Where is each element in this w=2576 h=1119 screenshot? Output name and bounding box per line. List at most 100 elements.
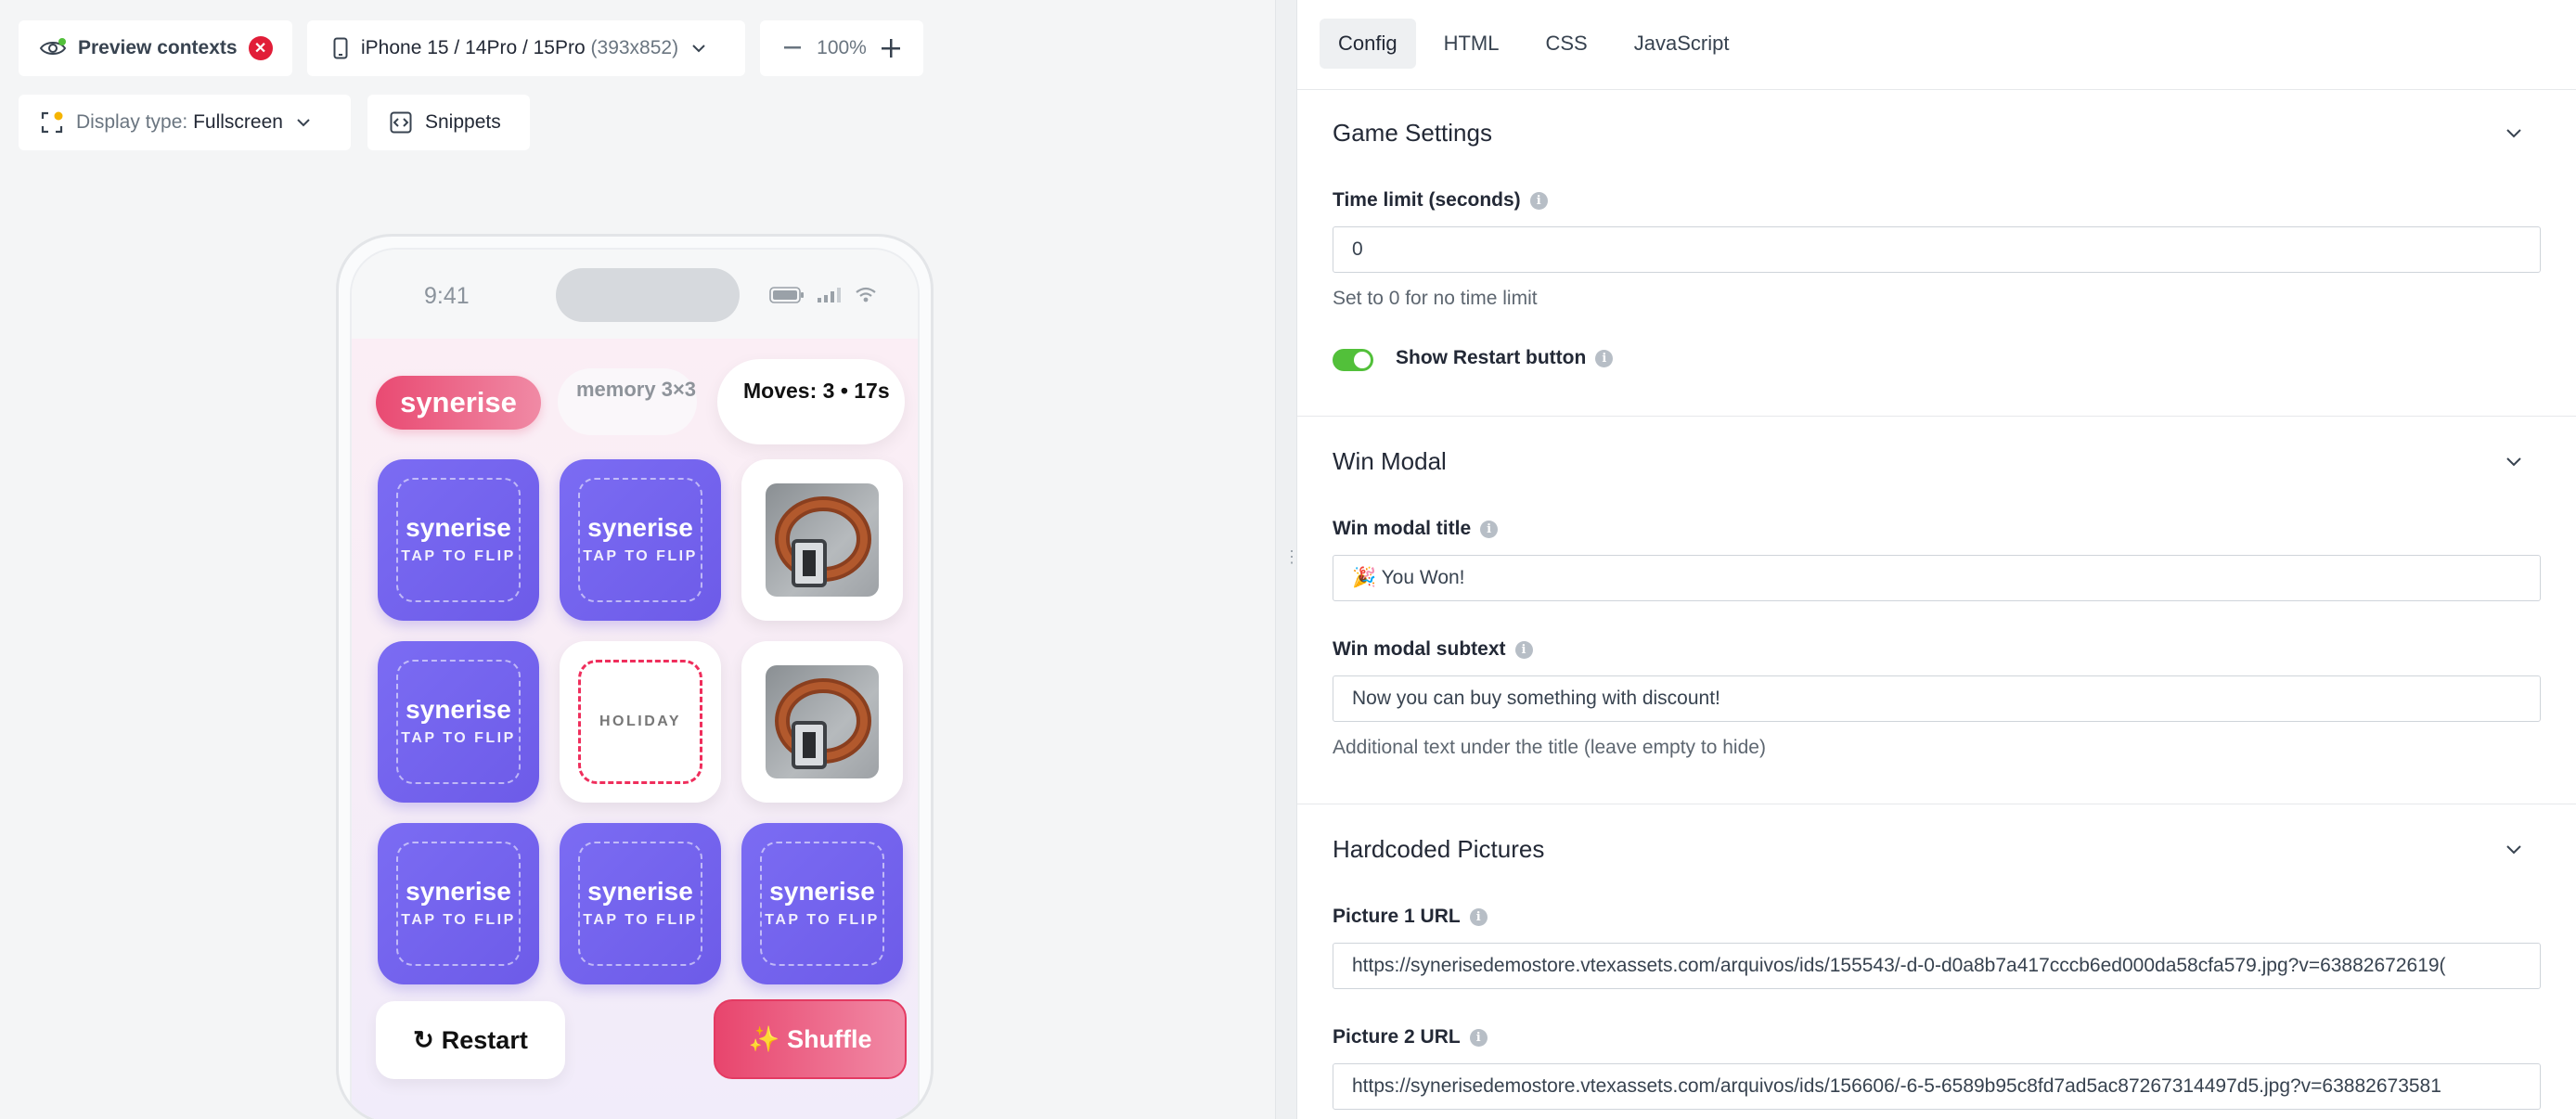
- display-type-label: Display type:: [76, 111, 188, 133]
- card-back-subtitle: TAP TO FLIP: [401, 730, 516, 746]
- section-divider: [1297, 416, 2576, 417]
- section-title-win-modal[interactable]: Win Modal: [1333, 447, 1447, 476]
- picture2-label: Picture 2 URL: [1333, 1026, 1461, 1048]
- card-back[interactable]: synerise TAP TO FLIP: [741, 823, 903, 984]
- section-title-game-settings[interactable]: Game Settings: [1333, 119, 1492, 148]
- shuffle-label: Shuffle: [787, 1024, 872, 1053]
- restart-button[interactable]: ↻ Restart: [376, 1001, 565, 1079]
- tabs-divider: [1297, 89, 2576, 90]
- card-face-belt[interactable]: [741, 459, 903, 621]
- moves-counter: Moves: 3 • 17s: [717, 359, 905, 444]
- device-selector[interactable]: iPhone 15 / 14Pro / 15Pro (393x852): [307, 20, 745, 76]
- panel-resize-handle[interactable]: ⋮: [1275, 0, 1300, 1119]
- win-modal-title-input[interactable]: 🎉 You Won!: [1333, 555, 2541, 601]
- zoom-in-icon[interactable]: [877, 39, 905, 58]
- shuffle-button[interactable]: ✨ Shuffle: [714, 999, 907, 1079]
- card-back-title: synerise: [406, 513, 511, 542]
- belt-image: [766, 483, 879, 597]
- dynamic-island: [556, 268, 740, 322]
- sparkles-icon: ✨: [748, 1025, 780, 1053]
- device-size: (393x852): [590, 37, 679, 58]
- picture1-url-input[interactable]: https://synerisedemostore.vtexassets.com…: [1333, 943, 2541, 989]
- time-limit-label: Time limit (seconds): [1333, 189, 1521, 211]
- card-back-subtitle: TAP TO FLIP: [583, 548, 698, 564]
- show-restart-label: Show Restart button: [1396, 347, 1587, 368]
- card-back[interactable]: synerise TAP TO FLIP: [378, 823, 539, 984]
- picture2-label-row: Picture 2 URL i: [1333, 1026, 1488, 1048]
- status-bar: 9:41: [352, 250, 918, 339]
- display-type-selector[interactable]: Display type: Fullscreen: [19, 95, 351, 150]
- brand-pill: synerise: [376, 376, 541, 430]
- card-back-title: synerise: [406, 695, 511, 724]
- zoom-level: 100%: [817, 37, 867, 58]
- card-back-title: synerise: [587, 877, 693, 906]
- display-type-value: Fullscreen: [193, 111, 283, 133]
- zoom-out-icon[interactable]: [779, 46, 806, 50]
- signal-icon: [818, 288, 842, 307]
- phone-screen: 9:41 synerise memory 3×3 Moves: 3 • 17s …: [350, 248, 920, 1119]
- card-back-subtitle: TAP TO FLIP: [401, 912, 516, 928]
- close-icon[interactable]: ✕: [248, 36, 273, 60]
- win-modal-title-label: Win modal title: [1333, 518, 1472, 539]
- card-back-subtitle: TAP TO FLIP: [583, 912, 698, 928]
- wifi-icon: [855, 287, 877, 308]
- time-limit-label-row: Time limit (seconds) i: [1333, 189, 1548, 212]
- win-modal-subtext-label: Win modal subtext: [1333, 638, 1506, 660]
- show-restart-label-row: Show Restart button i: [1396, 347, 1614, 369]
- holiday-label: HOLIDAY: [578, 660, 702, 784]
- config-panel: Config HTML CSS JavaScript Game Settings…: [1297, 0, 2576, 1119]
- card-back[interactable]: synerise TAP TO FLIP: [378, 459, 539, 621]
- snippets-button[interactable]: Snippets: [367, 95, 530, 150]
- phone-icon: [333, 37, 348, 59]
- info-icon[interactable]: i: [1514, 640, 1533, 659]
- show-restart-toggle[interactable]: [1333, 349, 1373, 371]
- info-icon[interactable]: i: [1529, 191, 1548, 210]
- chevron-down-icon[interactable]: [2504, 122, 2524, 143]
- info-icon[interactable]: i: [1480, 520, 1499, 538]
- restart-icon: ↻: [413, 1025, 434, 1054]
- win-modal-subtext-label-row: Win modal subtext i: [1333, 638, 1533, 661]
- eye-icon: [39, 38, 67, 58]
- win-modal-subtext-help: Additional text under the title (leave e…: [1333, 737, 1766, 758]
- picture2-url-input[interactable]: https://synerisedemostore.vtexassets.com…: [1333, 1063, 2541, 1110]
- chevron-down-icon[interactable]: [2504, 839, 2524, 859]
- section-title-hardcoded-pictures[interactable]: Hardcoded Pictures: [1333, 835, 1544, 864]
- picture1-label: Picture 1 URL: [1333, 906, 1461, 927]
- info-icon[interactable]: i: [1469, 1028, 1488, 1047]
- chevron-down-icon: [691, 44, 706, 53]
- preview-area: Preview contexts ✕ iPhone 15 / 14Pro / 1…: [0, 0, 1275, 1119]
- chevron-down-icon: [296, 118, 311, 127]
- picture1-label-row: Picture 1 URL i: [1333, 906, 1488, 928]
- preview-contexts-label: Preview contexts: [78, 37, 238, 58]
- card-back[interactable]: synerise TAP TO FLIP: [378, 641, 539, 803]
- time-limit-input[interactable]: 0: [1333, 226, 2541, 273]
- time-limit-help: Set to 0 for no time limit: [1333, 288, 1538, 309]
- info-icon[interactable]: i: [1595, 349, 1614, 367]
- chevron-down-icon[interactable]: [2504, 451, 2524, 471]
- tab-html[interactable]: HTML: [1425, 19, 1518, 69]
- card-back-title: synerise: [406, 877, 511, 906]
- restart-label: Restart: [441, 1025, 528, 1054]
- win-modal-subtext-input[interactable]: Now you can buy something with discount!: [1333, 675, 2541, 722]
- card-back-subtitle: TAP TO FLIP: [401, 548, 516, 564]
- info-icon[interactable]: i: [1469, 907, 1488, 926]
- phone-frame: 9:41 synerise memory 3×3 Moves: 3 • 17s …: [336, 234, 934, 1119]
- win-modal-title-label-row: Win modal title i: [1333, 518, 1499, 540]
- card-face-holiday[interactable]: HOLIDAY: [560, 641, 721, 803]
- card-back-title: synerise: [769, 877, 875, 906]
- tab-javascript[interactable]: JavaScript: [1616, 19, 1748, 69]
- device-name: iPhone 15 / 14Pro / 15Pro: [361, 37, 586, 58]
- card-back[interactable]: synerise TAP TO FLIP: [560, 823, 721, 984]
- card-back[interactable]: synerise TAP TO FLIP: [560, 459, 721, 621]
- tab-css[interactable]: CSS: [1526, 19, 1605, 69]
- preview-contexts-button[interactable]: Preview contexts ✕: [19, 20, 292, 76]
- card-face-belt[interactable]: [741, 641, 903, 803]
- status-icons: [769, 287, 877, 308]
- mode-pill: memory 3×3: [558, 368, 697, 435]
- card-back-subtitle: TAP TO FLIP: [765, 912, 880, 928]
- fullscreen-icon: [41, 111, 63, 134]
- tab-config[interactable]: Config: [1320, 19, 1416, 69]
- editor-tabs: Config HTML CSS JavaScript: [1320, 19, 1747, 69]
- card-back-title: synerise: [587, 513, 693, 542]
- belt-image: [766, 665, 879, 778]
